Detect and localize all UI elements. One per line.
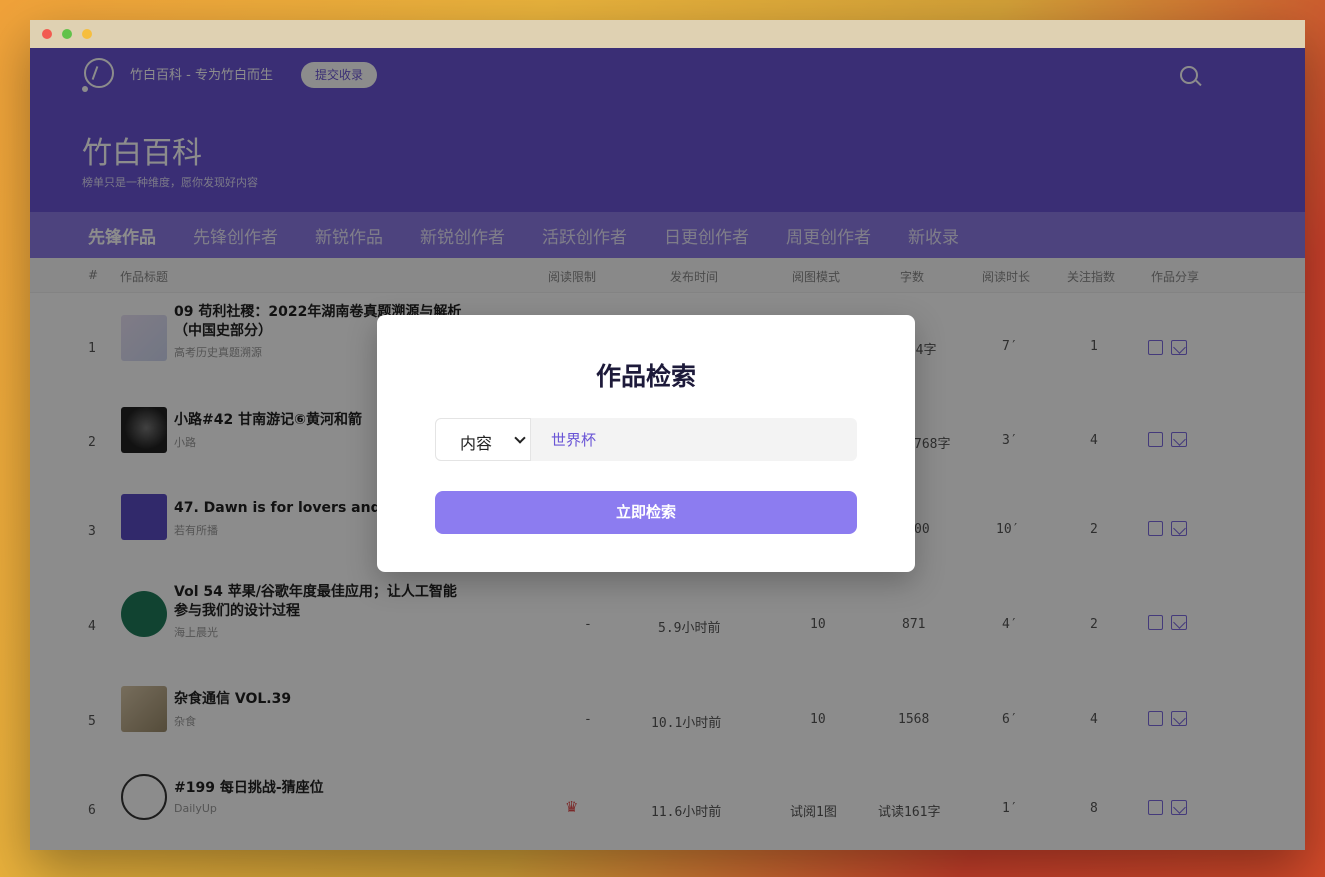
search-input[interactable] (531, 418, 857, 461)
search-submit-button[interactable]: 立即检索 (435, 491, 857, 534)
close-window-icon[interactable] (42, 29, 52, 39)
search-row: 内容 (435, 418, 857, 461)
search-type-select[interactable]: 内容 (435, 418, 531, 461)
search-modal: 作品检索 内容 立即检索 (377, 315, 915, 572)
search-type-value: 内容 (460, 434, 493, 453)
modal-title: 作品检索 (595, 362, 696, 391)
zoom-window-icon[interactable] (62, 29, 72, 39)
minimize-window-icon[interactable] (82, 29, 92, 39)
chevron-down-icon (514, 432, 526, 444)
window-titlebar (30, 20, 1305, 48)
